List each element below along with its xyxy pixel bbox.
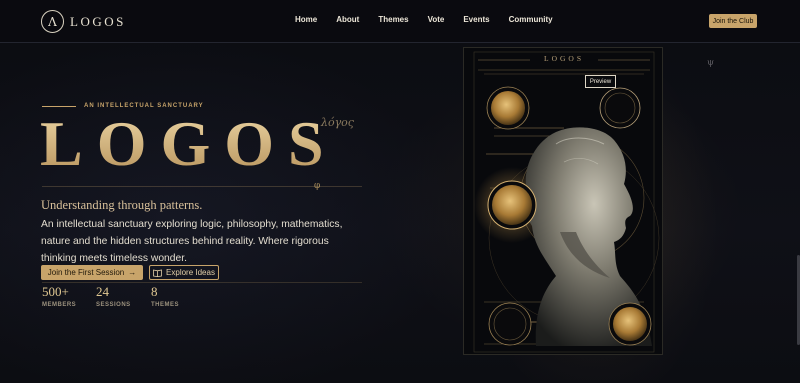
nav-link-community[interactable]: Community — [509, 15, 553, 24]
eyebrow-line — [42, 106, 76, 107]
psi-symbol: ψ — [707, 58, 715, 68]
join-club-button[interactable]: Join the Club — [709, 14, 757, 28]
stat-value: 500+ — [42, 284, 69, 299]
join-first-session-button[interactable]: Join the First Session → — [41, 265, 143, 280]
preview-button[interactable]: Preview — [585, 75, 616, 88]
stat-themes: 8 THEMES — [151, 284, 179, 308]
nav-link-themes[interactable]: Themes — [378, 15, 408, 24]
hero-art-card: LOGOS — [463, 47, 663, 355]
stat-members: 500+ MEMBERS — [42, 284, 76, 308]
hero-description: An intellectual sanctuary exploring logi… — [41, 219, 343, 264]
explore-ideas-button[interactable]: Explore Ideas — [149, 265, 219, 280]
explore-ideas-label: Explore Ideas — [166, 268, 215, 277]
arrow-right-icon: → — [128, 268, 137, 277]
nav-link-about[interactable]: About — [336, 15, 359, 24]
nav-link-vote[interactable]: Vote — [428, 15, 445, 24]
nav-link-events[interactable]: Events — [463, 15, 489, 24]
card-title: LOGOS — [543, 54, 584, 63]
stat-value: 24 — [96, 284, 109, 299]
book-icon — [153, 269, 162, 277]
logo-mark[interactable]: Λ — [41, 10, 64, 33]
top-nav: Λ LOGOS Home About Themes Vote Events Co… — [0, 0, 800, 43]
stat-label: SESSIONS — [96, 302, 131, 308]
nav-link-home[interactable]: Home — [295, 15, 317, 24]
greek-subtitle: λόγος — [321, 116, 354, 129]
stat-value: 8 — [151, 284, 158, 299]
join-first-session-label: Join the First Session — [47, 268, 125, 277]
hero-title: LOGOS — [40, 108, 338, 179]
stat-sessions: 24 SESSIONS — [96, 284, 131, 308]
phi-symbol: φ — [314, 181, 321, 191]
stat-label: THEMES — [151, 302, 180, 308]
stat-label: MEMBERS — [42, 302, 77, 308]
logo-text[interactable]: LOGOS — [70, 14, 126, 30]
philosopher-illustration — [473, 51, 660, 353]
hero-tagline: Understanding through patterns. — [41, 198, 203, 212]
nav-links: Home About Themes Vote Events Community — [295, 15, 572, 24]
stats-divider — [42, 282, 362, 283]
